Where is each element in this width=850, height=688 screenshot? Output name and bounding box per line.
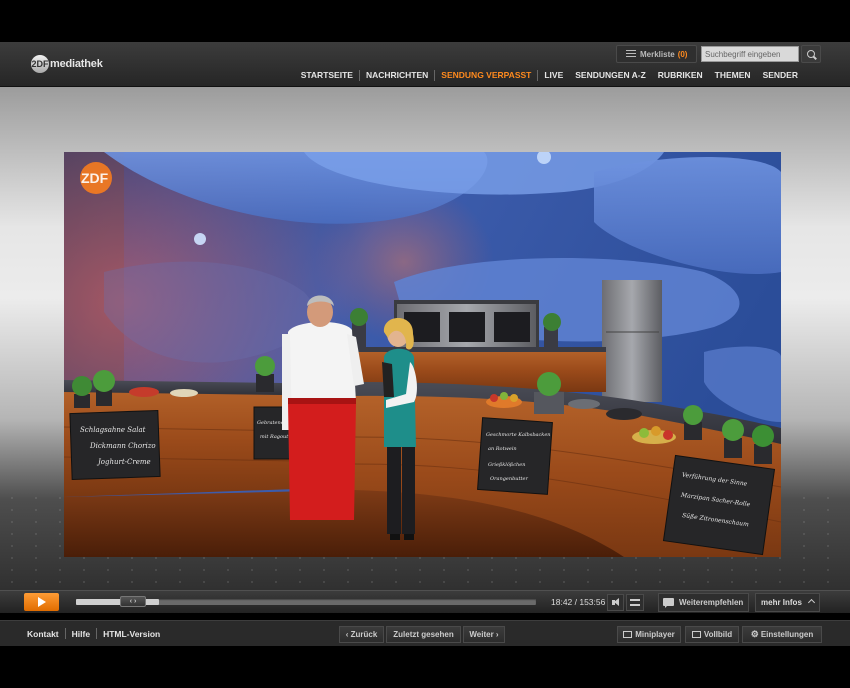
recommend-button[interactable]: Weiterempfehlen	[658, 593, 750, 612]
nav-item-sendung-verpasst[interactable]: SENDUNG VERPASST	[435, 69, 537, 81]
fullscreen-icon	[691, 631, 701, 638]
progress-fill	[76, 599, 159, 605]
video-still: ZDF Schlagsahne Salat Dickmann Chorizo J…	[64, 152, 781, 557]
footer-link-kontakt[interactable]: Kontakt	[27, 629, 65, 639]
gear-icon: ⚙	[750, 629, 759, 639]
merkliste-label: Merkliste	[640, 49, 675, 59]
fullscreen-button[interactable]: Vollbild	[685, 626, 739, 643]
recently-watched-button[interactable]: Zuletzt gesehen	[386, 626, 461, 643]
search-input[interactable]	[701, 46, 799, 62]
time-display: 18:42 / 153:56	[551, 597, 606, 607]
merkliste-count: (0)	[677, 49, 688, 59]
svg-text:mit Ragout: mit Ragout	[260, 434, 289, 440]
zdf-watermark-icon: ZDF	[80, 162, 112, 194]
merkliste-button[interactable]: Merkliste (0)	[616, 45, 697, 63]
logo-text: mediathek	[50, 58, 103, 70]
play-button[interactable]	[24, 593, 59, 611]
zdf-logo-icon: 2DF	[31, 55, 49, 73]
site-header: 2DF mediathek Merkliste (0) STARTSEITENA…	[0, 42, 850, 87]
zdf-mediathek-logo[interactable]: 2DF mediathek	[31, 54, 103, 74]
svg-text:Dickmann Chorizo: Dickmann Chorizo	[89, 442, 156, 450]
nav-item-startseite[interactable]: STARTSEITE	[295, 69, 359, 81]
nav-item-sender[interactable]: SENDER	[757, 69, 804, 81]
footer-bar: Kontakt Hilfe HTML-Version ‹ Zurück Zule…	[0, 620, 850, 646]
more-info-label: mehr Infos	[761, 598, 802, 607]
svg-text:an Rotwein: an Rotwein	[488, 446, 517, 452]
svg-text:ZDF: ZDF	[81, 170, 109, 186]
volume-button[interactable]	[607, 594, 624, 611]
recommend-label: Weiterempfehlen	[679, 598, 744, 607]
chevron-up-icon	[807, 598, 815, 607]
back-label: ‹ Zurück	[345, 630, 378, 639]
quality-toggle-button[interactable]	[626, 594, 644, 611]
footer-links: Kontakt Hilfe HTML-Version	[27, 628, 166, 639]
back-button[interactable]: ‹ Zurück	[339, 626, 384, 643]
miniplayer-button[interactable]: Miniplayer	[617, 626, 681, 643]
nav-item-nachrichten[interactable]: NACHRICHTEN	[360, 69, 434, 81]
recent-label: Zuletzt gesehen	[393, 630, 454, 639]
svg-text:Joghurt-Creme: Joghurt-Creme	[96, 458, 151, 466]
chalkboard-1: Schlagsahne Salat Dickmann Chorizo Joghu…	[69, 409, 161, 481]
player-controls: ‹ › 18:42 / 153:56 Weiterempfehlen mehr …	[0, 590, 850, 613]
speech-bubble-icon	[663, 598, 674, 608]
svg-text:Geschmorte Kalbsbacken: Geschmorte Kalbsbacken	[486, 432, 551, 438]
main-nav: STARTSEITE NACHRICHTEN SENDUNG VERPASST LIV…	[295, 69, 804, 81]
nav-item-themen[interactable]: THEMEN	[709, 69, 757, 81]
svg-text:Orangenbutter: Orangenbutter	[490, 476, 528, 482]
progress-handle[interactable]: ‹ ›	[120, 596, 146, 607]
fullscreen-label: Vollbild	[703, 630, 733, 639]
svg-text:Schlagsahne Salat: Schlagsahne Salat	[80, 426, 146, 434]
miniplayer-icon	[623, 631, 633, 638]
more-info-button[interactable]: mehr Infos	[755, 593, 820, 612]
video-frame[interactable]: ZDF Schlagsahne Salat Dickmann Chorizo J…	[64, 152, 781, 557]
svg-text:Grießklößchen: Grießklößchen	[488, 462, 525, 468]
next-button[interactable]: Weiter ›	[463, 626, 505, 643]
settings-button[interactable]: ⚙ Einstellungen	[742, 626, 822, 643]
nav-item-sendungen-a-z[interactable]: SENDUNGEN A-Z	[569, 69, 652, 81]
footer-link-html-version[interactable]: HTML-Version	[97, 629, 166, 639]
footer-link-hilfe[interactable]: Hilfe	[66, 629, 96, 639]
next-label: Weiter ›	[469, 630, 499, 639]
search-button[interactable]	[801, 45, 821, 63]
list-icon	[626, 50, 636, 58]
miniplayer-label: Miniplayer	[635, 630, 675, 639]
settings-label: Einstellungen	[760, 630, 814, 639]
chalkboard-3: Geschmorte Kalbsbacken an Rotwein Grießk…	[477, 417, 553, 495]
mediathek-app: 2DF mediathek Merkliste (0) STARTSEITENA…	[0, 0, 850, 688]
chalkboard-4: Verführung der Sinne Marzipan Sacher-Rol…	[662, 454, 776, 556]
nav-item-live[interactable]: LIVE	[538, 69, 569, 81]
nav-item-rubriken[interactable]: RUBRIKEN	[652, 69, 709, 81]
